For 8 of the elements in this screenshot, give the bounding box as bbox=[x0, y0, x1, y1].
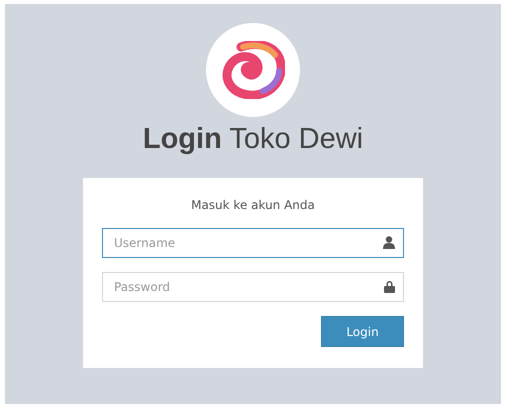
password-field[interactable]: Password bbox=[102, 272, 404, 302]
lock-icon bbox=[384, 280, 395, 293]
page-title: Login Toko Dewi bbox=[142, 123, 364, 156]
username-field[interactable]: Username bbox=[102, 228, 404, 258]
user-icon bbox=[383, 236, 395, 249]
login-button[interactable]: Login bbox=[321, 316, 404, 347]
swirl-logo-icon bbox=[221, 41, 285, 99]
form-subtitle: Masuk ke akun Anda bbox=[190, 198, 316, 212]
